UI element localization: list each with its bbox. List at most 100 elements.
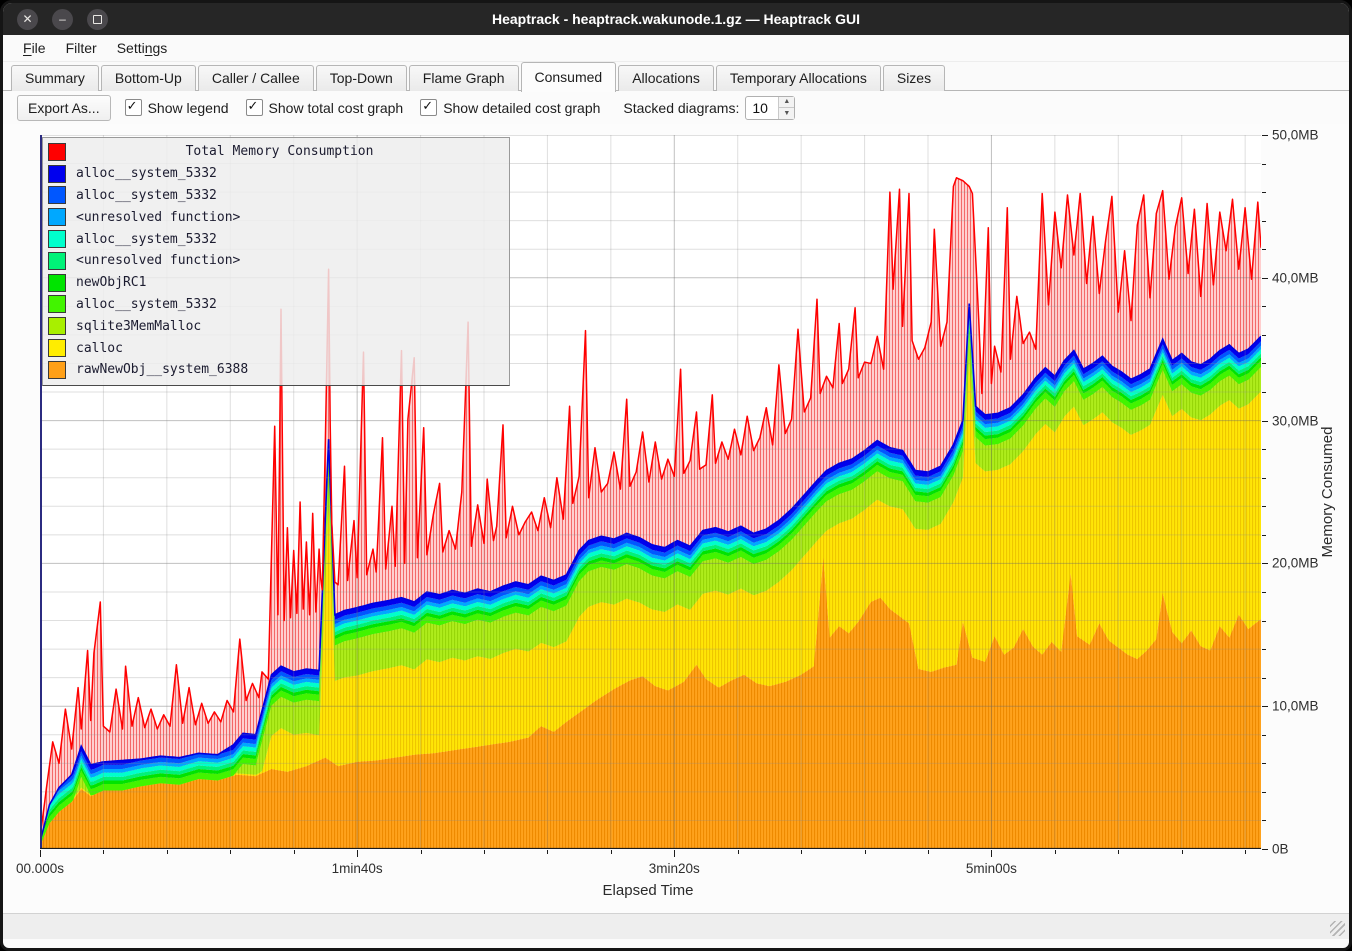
tab-flame-graph[interactable]: Flame Graph bbox=[409, 65, 519, 91]
status-bar bbox=[3, 913, 1349, 939]
spin-down-icon[interactable]: ▼ bbox=[779, 108, 794, 119]
menu-item-filter[interactable]: Filter bbox=[56, 38, 107, 58]
tick-mark bbox=[738, 850, 739, 854]
y-axis-title: Memory Consumed bbox=[1319, 427, 1336, 558]
tick-mark bbox=[421, 850, 422, 854]
legend-item: <unresolved function> bbox=[43, 250, 509, 272]
maximize-button[interactable] bbox=[87, 9, 108, 30]
x-tick-label: 3min20s bbox=[649, 861, 700, 876]
close-button[interactable]: ✕ bbox=[17, 9, 38, 30]
tab-consumed[interactable]: Consumed bbox=[521, 62, 617, 92]
minimize-button[interactable]: – bbox=[52, 9, 73, 30]
tick-mark bbox=[611, 850, 612, 854]
stacked-diagrams-input[interactable] bbox=[746, 97, 778, 119]
checkbox-label: Show detailed cost graph bbox=[443, 100, 600, 116]
checkmark-icon bbox=[125, 99, 142, 116]
checkbox-label: Show total cost graph bbox=[269, 100, 404, 116]
window-title: Heaptrack - heaptrack.wakunode.1.gz — He… bbox=[3, 11, 1349, 27]
close-icon: ✕ bbox=[22, 13, 32, 25]
legend-label: sqlite3MemMalloc bbox=[76, 319, 201, 334]
legend-label: alloc__system_5332 bbox=[76, 297, 217, 312]
tab-allocations[interactable]: Allocations bbox=[618, 65, 714, 91]
y-tick-label: 0B bbox=[1272, 842, 1289, 857]
legend-item: sqlite3MemMalloc bbox=[43, 315, 509, 337]
chart-legend: Total Memory Consumption alloc__system_53… bbox=[42, 137, 510, 386]
tick-mark bbox=[1262, 563, 1268, 564]
tick-mark bbox=[1262, 506, 1266, 507]
legend-swatch bbox=[48, 339, 66, 357]
tick-mark bbox=[103, 850, 104, 854]
tab-caller-callee[interactable]: Caller / Callee bbox=[198, 65, 314, 91]
y-tick-label: 40,0MB bbox=[1272, 270, 1319, 285]
legend-item: newObjRC1 bbox=[43, 272, 509, 294]
legend-label: alloc__system_5332 bbox=[76, 232, 217, 247]
tick-mark bbox=[801, 850, 802, 854]
maximize-icon bbox=[93, 15, 102, 24]
tick-mark bbox=[1262, 849, 1268, 850]
checkbox-show-legend[interactable]: Show legend bbox=[125, 99, 229, 116]
legend-item: alloc__system_5332 bbox=[43, 228, 509, 250]
tick-mark bbox=[1262, 135, 1268, 136]
checkbox-show-total-cost-graph[interactable]: Show total cost graph bbox=[246, 99, 404, 116]
legend-item: alloc__system_5332 bbox=[43, 294, 509, 316]
tick-mark bbox=[1262, 592, 1266, 593]
checkmark-icon bbox=[420, 99, 437, 116]
tick-mark bbox=[1262, 449, 1266, 450]
stacked-diagrams-control: Stacked diagrams: ▲ ▼ bbox=[623, 96, 795, 120]
legend-label: Total Memory Consumption bbox=[76, 144, 483, 159]
tab-sizes[interactable]: Sizes bbox=[883, 65, 945, 91]
tick-mark bbox=[1245, 850, 1246, 854]
legend-label: <unresolved function> bbox=[76, 253, 240, 268]
legend-label: alloc__system_5332 bbox=[76, 166, 217, 181]
tick-mark bbox=[1262, 221, 1266, 222]
tick-mark bbox=[1118, 850, 1119, 854]
legend-label: rawNewObj__system_6388 bbox=[76, 362, 248, 377]
legend-item: alloc__system_5332 bbox=[43, 163, 509, 185]
tick-mark bbox=[1262, 421, 1268, 422]
tick-mark bbox=[1262, 478, 1266, 479]
legend-item: rawNewObj__system_6388 bbox=[43, 359, 509, 381]
menu-bar: FileFilterSettings bbox=[3, 35, 1349, 62]
menu-item-file[interactable]: File bbox=[13, 38, 56, 58]
title-bar: ✕ – Heaptrack - heaptrack.wakunode.1.gz … bbox=[3, 3, 1349, 35]
tick-mark bbox=[1262, 649, 1266, 650]
tick-mark bbox=[294, 850, 295, 854]
legend-label: <unresolved function> bbox=[76, 210, 240, 225]
legend-swatch bbox=[48, 143, 66, 161]
tick-mark bbox=[1262, 820, 1266, 821]
legend-label: newObjRC1 bbox=[76, 275, 146, 290]
legend-label: calloc bbox=[76, 341, 123, 356]
toolbar: Export As... Show legend Show total cost … bbox=[3, 91, 1349, 124]
tick-mark bbox=[1262, 192, 1266, 193]
checkbox-label: Show legend bbox=[148, 100, 229, 116]
spin-up-icon[interactable]: ▲ bbox=[779, 97, 794, 109]
tick-mark bbox=[357, 850, 358, 857]
tick-mark bbox=[230, 850, 231, 854]
resize-grip[interactable] bbox=[1330, 921, 1345, 936]
tab-top-down[interactable]: Top-Down bbox=[316, 65, 407, 91]
tick-mark bbox=[167, 850, 168, 854]
legend-swatch bbox=[48, 186, 66, 204]
legend-swatch bbox=[48, 208, 66, 226]
memory-consumption-chart: Total Memory Consumption alloc__system_53… bbox=[3, 124, 1349, 913]
export-as-button[interactable]: Export As... bbox=[17, 95, 111, 121]
legend-item: <unresolved function> bbox=[43, 206, 509, 228]
stacked-diagrams-label: Stacked diagrams: bbox=[623, 100, 739, 116]
legend-label: alloc__system_5332 bbox=[76, 188, 217, 203]
tick-mark bbox=[1262, 335, 1266, 336]
tick-mark bbox=[865, 850, 866, 854]
y-tick-label: 50,0MB bbox=[1272, 128, 1319, 143]
tab-temporary-allocations[interactable]: Temporary Allocations bbox=[716, 65, 881, 91]
x-tick-label: 5min00s bbox=[966, 861, 1017, 876]
checkbox-show-detailed-cost-graph[interactable]: Show detailed cost graph bbox=[420, 99, 600, 116]
tab-summary[interactable]: Summary bbox=[11, 65, 99, 91]
tick-mark bbox=[1262, 535, 1266, 536]
legend-swatch bbox=[48, 317, 66, 335]
tick-mark bbox=[1182, 850, 1183, 854]
tick-mark bbox=[484, 850, 485, 854]
menu-item-settings[interactable]: Settings bbox=[107, 38, 178, 58]
legend-swatch bbox=[48, 274, 66, 292]
tick-mark bbox=[1262, 763, 1266, 764]
legend-swatch bbox=[48, 165, 66, 183]
tab-bottom-up[interactable]: Bottom-Up bbox=[101, 65, 196, 91]
